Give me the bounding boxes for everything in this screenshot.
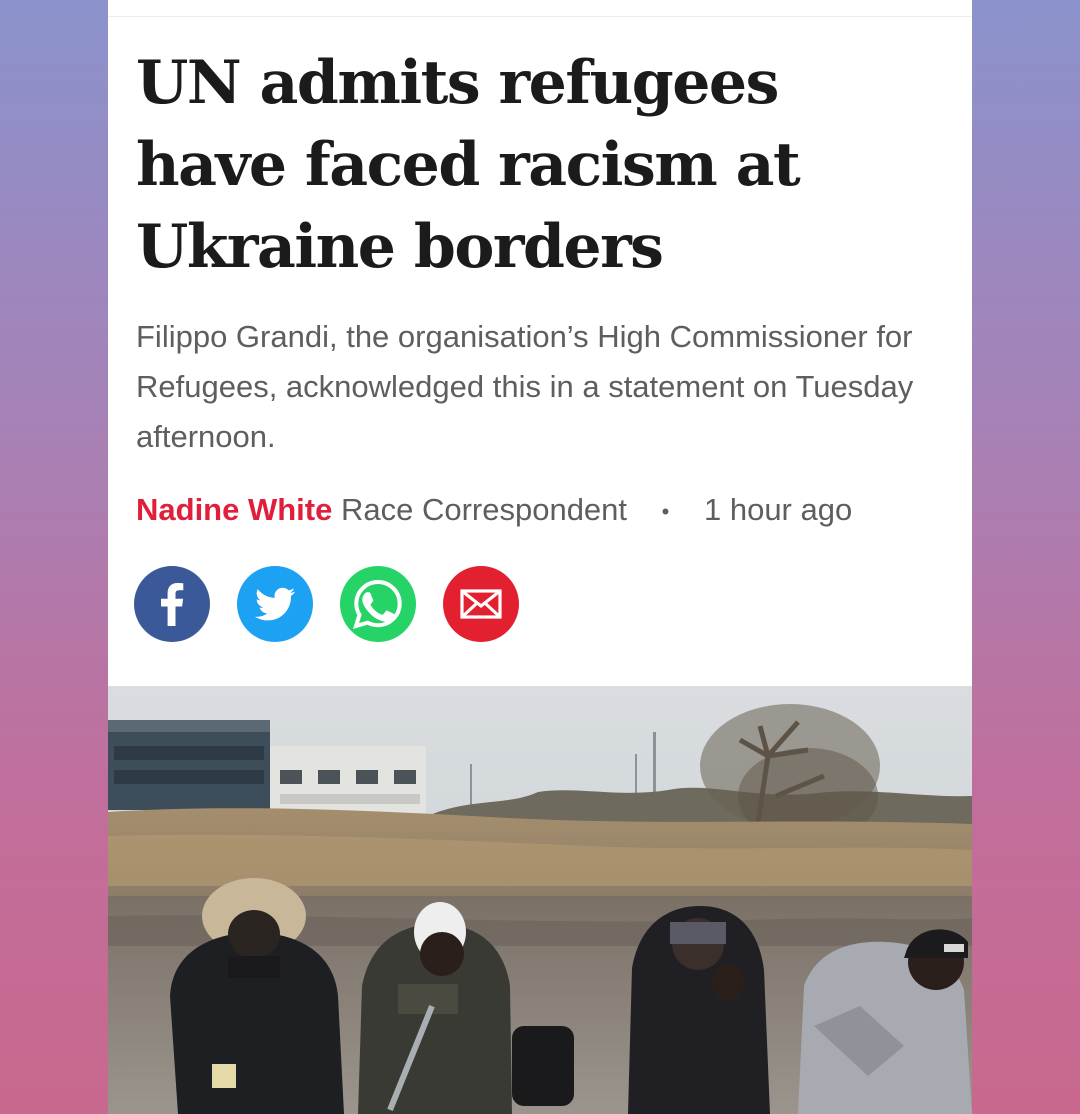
share-twitter-button[interactable] [237, 566, 313, 642]
whatsapp-icon [352, 579, 402, 629]
byline-separator: • [661, 498, 670, 524]
twitter-icon [255, 587, 296, 621]
author-link[interactable]: Nadine White [136, 492, 332, 527]
headline: UN admits refugees have faced racism at … [136, 48, 801, 282]
email-icon [460, 589, 502, 619]
facebook-icon [161, 583, 184, 626]
author-role: Race Correspondent [340, 492, 628, 527]
article-photo [108, 686, 972, 1114]
share-facebook-button[interactable] [134, 566, 210, 642]
share-whatsapp-button[interactable] [340, 566, 416, 642]
share-email-button[interactable] [443, 566, 519, 642]
share-bar [134, 566, 519, 642]
top-divider [108, 16, 972, 17]
standfirst: Filippo Grandi, the organisation’s High … [136, 319, 914, 454]
timestamp: 1 hour ago [703, 492, 853, 527]
article-card: UN admits refugees have faced racism at … [108, 0, 972, 1114]
byline: Nadine White Race Correspondent • 1 hour… [136, 488, 852, 532]
